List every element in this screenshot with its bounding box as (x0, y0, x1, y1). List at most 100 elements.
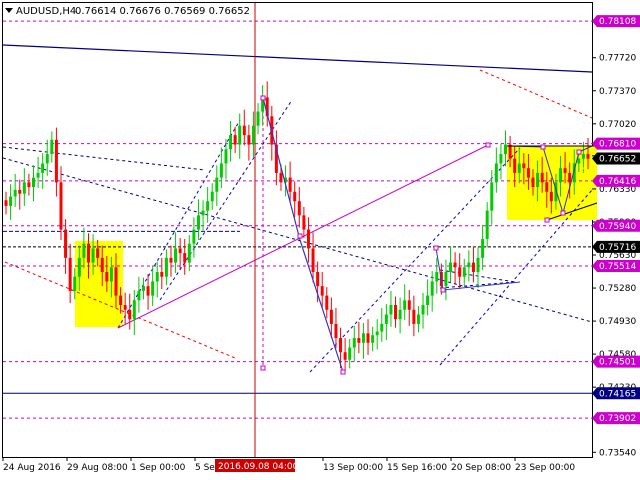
anchor-point-9 (433, 245, 439, 251)
triangle-line-1 (439, 281, 516, 289)
y-tick-label-1: 0.77720 (599, 54, 636, 64)
candle-body-31 (146, 286, 150, 296)
candle-body-104 (481, 238, 485, 258)
ohlc-label: 0.76614 0.76676 0.76569 0.76652 (75, 6, 250, 17)
price-chart[interactable]: AUDUSD,H4 0.76614 0.76676 0.76569 0.7665… (0, 0, 640, 480)
candle-body-55 (256, 111, 260, 126)
candle-body-46 (215, 177, 219, 192)
x-tick-label-4: 13 Sep 00:00 (323, 463, 383, 473)
candle-body-34 (160, 272, 164, 277)
candle-body-115 (531, 177, 535, 188)
candle-body-0 (4, 200, 8, 206)
candle-body-83 (384, 314, 388, 324)
x-tick-label-0: 24 Aug 2016 (3, 463, 61, 473)
candle-body-2 (13, 189, 17, 197)
candle-body-116 (536, 172, 540, 188)
candle-body-41 (192, 229, 196, 244)
candle-body-9 (45, 154, 49, 164)
candle-body-53 (247, 135, 251, 145)
candle-body-32 (151, 281, 155, 296)
candle-body-80 (371, 335, 375, 343)
candle-body-17 (82, 243, 86, 258)
candle-body-67 (311, 248, 315, 273)
candle-body-121 (559, 168, 563, 183)
candle-body-7 (36, 172, 40, 178)
dropdown-triangle-icon[interactable] (5, 8, 13, 13)
candle-body-68 (316, 272, 320, 287)
price-tag-label-7: 0.74501 (599, 358, 636, 368)
chart-header: AUDUSD,H4 0.76614 0.76676 0.76569 0.7665… (5, 6, 250, 17)
x-tick-label-6: 20 Sep 08:00 (451, 463, 511, 473)
anchor-point-7 (544, 217, 550, 223)
candle-body-71 (329, 309, 333, 324)
candle-body-14 (68, 257, 72, 291)
candle-body-85 (394, 305, 398, 320)
candle-body-30 (141, 286, 145, 291)
price-tag-label-3: 0.76416 (599, 177, 636, 187)
candle-body-109 (504, 144, 508, 155)
price-tag-label-2: 0.76652 (599, 155, 636, 165)
anchor-point-0 (260, 95, 266, 101)
candle-body-50 (233, 135, 237, 145)
candle-body-74 (343, 352, 347, 360)
main-trendline (2, 44, 593, 73)
candle-body-20 (96, 248, 100, 258)
candle-body-90 (416, 314, 420, 324)
candle-body-45 (210, 191, 214, 202)
x-tick-label-1: 29 Aug 08:00 (67, 463, 128, 473)
candle-body-28 (132, 300, 136, 320)
candle-body-100 (462, 267, 466, 277)
candle-body-15 (73, 276, 77, 291)
symbol-label: AUDUSD,H4 (16, 6, 76, 17)
candle-body-82 (380, 323, 384, 332)
x-tick-label-7: 23 Sep 00:00 (515, 463, 575, 473)
anchor-point-6 (560, 210, 566, 216)
candle-body-110 (508, 144, 512, 159)
candle-body-6 (31, 177, 35, 188)
candle-body-127 (586, 154, 590, 159)
candle-body-88 (407, 300, 411, 310)
candle-body-94 (435, 272, 439, 282)
candle-body-22 (105, 272, 109, 282)
candle-body-114 (526, 168, 530, 178)
y-tick-label-12: 0.73540 (599, 448, 636, 458)
anchor-point-4 (297, 233, 303, 239)
candle-body-33 (155, 272, 159, 282)
anchor-point-10 (440, 287, 446, 293)
chart-window[interactable]: AUDUSD,H4 0.76614 0.76676 0.76569 0.7665… (0, 0, 640, 480)
candle-body-106 (490, 182, 494, 211)
candle-body-64 (297, 201, 301, 216)
candle-body-3 (18, 189, 22, 194)
price-tag-label-9: 0.73902 (599, 414, 636, 424)
candle-body-79 (366, 333, 370, 343)
candle-body-10 (50, 139, 54, 155)
candle-body-99 (458, 267, 462, 277)
candle-body-111 (513, 158, 517, 173)
candle-body-38 (178, 248, 182, 254)
candle-body-39 (183, 253, 187, 263)
candle-body-70 (325, 295, 329, 310)
candle-body-77 (357, 338, 361, 343)
candle-body-51 (238, 125, 242, 145)
candle-body-98 (453, 262, 457, 268)
candle-body-47 (219, 163, 223, 178)
candle-body-76 (352, 338, 356, 348)
candle-body-5 (27, 182, 31, 188)
candle-body-4 (22, 182, 26, 194)
candle-body-63 (293, 191, 297, 202)
candle-body-27 (128, 309, 132, 320)
candle-body-105 (485, 210, 489, 239)
candle-body-86 (398, 309, 402, 320)
candle-body-19 (91, 248, 95, 263)
candle-body-96 (444, 272, 448, 287)
candle-body-62 (288, 177, 292, 192)
y-tick-label-8: 0.75280 (599, 284, 636, 294)
candle-body-66 (306, 229, 310, 249)
candle-body-42 (196, 215, 200, 230)
candle-body-26 (123, 305, 127, 310)
highlight-time-label: 2016.09.08 04:00 (218, 462, 299, 472)
candle-body-78 (361, 333, 365, 343)
anchor-point-3 (260, 365, 266, 371)
candle-body-40 (187, 243, 191, 263)
candle-body-101 (467, 262, 471, 268)
